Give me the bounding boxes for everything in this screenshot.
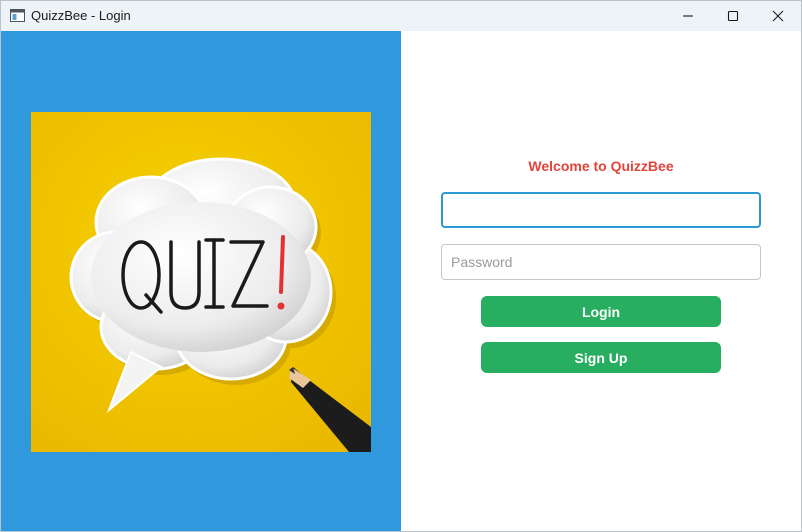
quiz-speech-bubble-image bbox=[31, 112, 371, 452]
left-image-panel bbox=[1, 31, 401, 531]
welcome-heading: Welcome to QuizzBee bbox=[528, 158, 674, 174]
username-field[interactable] bbox=[441, 192, 761, 228]
window-title: QuizzBee - Login bbox=[31, 8, 131, 23]
close-icon bbox=[772, 10, 784, 22]
maximize-button[interactable] bbox=[710, 1, 756, 31]
window-app-icon bbox=[10, 9, 25, 22]
signup-button[interactable]: Sign Up bbox=[481, 342, 721, 373]
app-window: QuizzBee - Login Welcome to QuizzBee Log… bbox=[0, 0, 802, 532]
maximize-icon bbox=[727, 10, 739, 22]
login-button[interactable]: Login bbox=[481, 296, 721, 327]
login-panel: Welcome to QuizzBee Login Sign Up bbox=[401, 31, 801, 531]
password-field[interactable] bbox=[441, 244, 761, 280]
title-bar[interactable]: QuizzBee - Login bbox=[1, 1, 801, 31]
close-button[interactable] bbox=[755, 1, 801, 31]
minimize-button[interactable] bbox=[665, 1, 711, 31]
minimize-icon bbox=[683, 15, 693, 17]
